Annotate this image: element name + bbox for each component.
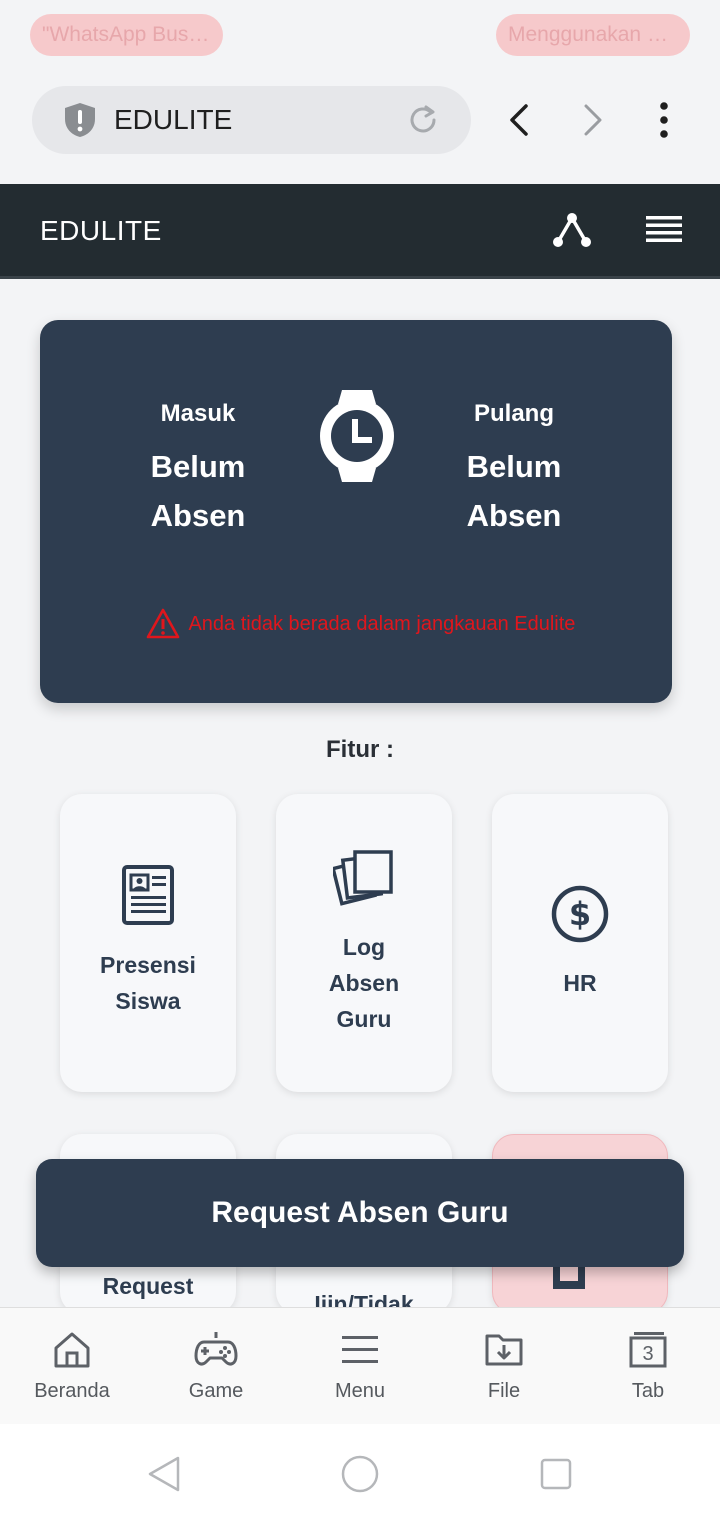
browser-bottom-bar: Beranda Game Menu File 3 Tab xyxy=(0,1307,720,1425)
folder-download-icon xyxy=(485,1334,523,1366)
tile-log-line2: Absen xyxy=(328,970,400,996)
tab-count: 3 xyxy=(642,1343,653,1365)
system-back-icon[interactable] xyxy=(144,1454,184,1494)
tile-log-absen-guru[interactable]: Log Absen Guru xyxy=(276,794,452,1092)
menu-icon xyxy=(342,1336,378,1363)
network-icon[interactable] xyxy=(552,212,592,248)
tile-hr-label: HR xyxy=(563,970,597,996)
gamepad-icon xyxy=(194,1332,238,1366)
more-vert-icon[interactable] xyxy=(644,100,684,140)
check-out-status-line1: Belum xyxy=(466,449,562,484)
home-icon xyxy=(54,1332,90,1368)
dollar-circle-icon: $ xyxy=(551,885,609,943)
tabs-icon: 3 xyxy=(629,1332,667,1368)
bottom-nav-tab[interactable]: 3 Tab xyxy=(593,1328,703,1403)
bottom-nav-beranda-label: Beranda xyxy=(34,1380,110,1402)
id-card-icon xyxy=(122,865,174,925)
address-bar[interactable]: EDULITE xyxy=(32,86,471,154)
bottom-nav-game-label: Game xyxy=(188,1380,244,1402)
check-out-status: Belum Absen xyxy=(424,442,604,540)
system-navigation-bar xyxy=(0,1424,720,1520)
check-in-status-line2: Absen xyxy=(150,498,246,533)
features-heading: Fitur : xyxy=(326,736,394,763)
reload-icon[interactable] xyxy=(406,103,440,137)
check-in-label: Masuk xyxy=(160,400,236,427)
bottom-nav-file-label: File xyxy=(487,1380,521,1402)
hamburger-icon[interactable] xyxy=(644,212,684,248)
watch-icon xyxy=(320,390,394,482)
tile-request-label: Request xyxy=(102,1273,194,1299)
url-text[interactable]: EDULITE xyxy=(114,104,232,136)
check-in-block: Masuk Belum Absen xyxy=(108,400,288,540)
check-in-status-line1: Belum xyxy=(150,449,246,484)
bottom-nav-menu[interactable]: Menu xyxy=(305,1328,415,1403)
check-out-block: Pulang Belum Absen xyxy=(424,400,604,540)
app-header: EDULITE xyxy=(0,184,720,279)
attendance-card: Masuk Belum Absen Pulang Belum Absen And… xyxy=(40,320,672,703)
check-in-status: Belum Absen xyxy=(108,442,288,540)
tile-log-line3: Guru xyxy=(336,1006,392,1032)
tile-presensi-siswa[interactable]: Presensi Siswa xyxy=(60,794,236,1092)
check-out-label: Pulang xyxy=(473,400,554,427)
bottom-nav-menu-label: Menu xyxy=(334,1380,386,1402)
bottom-nav-tab-label: Tab xyxy=(631,1380,665,1402)
tile-log-line1: Log xyxy=(342,934,386,960)
tile-presensi-line1: Presensi xyxy=(100,952,196,978)
back-arrow-icon[interactable] xyxy=(500,100,540,140)
system-recents-icon[interactable] xyxy=(536,1454,576,1494)
bottom-nav-file[interactable]: File xyxy=(449,1328,559,1403)
copy-stack-icon xyxy=(333,850,393,906)
tile-hr[interactable]: $ HR xyxy=(492,794,668,1092)
notification-usage[interactable]: Menggunakan mi... xyxy=(496,14,690,56)
tile-presensi-line2: Siswa xyxy=(115,988,181,1014)
system-home-icon[interactable] xyxy=(340,1454,380,1494)
tile-presensi-siswa-label: Presensi Siswa xyxy=(60,947,236,1019)
request-absen-guru-button[interactable]: Request Absen Guru xyxy=(36,1159,684,1267)
tile-log-absen-label: Log Absen Guru xyxy=(276,929,452,1037)
shield-icon[interactable] xyxy=(62,101,98,139)
svg-text:$: $ xyxy=(569,895,591,933)
notification-bar: "WhatsApp Busin... Menggunakan mi... xyxy=(0,0,720,70)
check-out-status-line2: Absen xyxy=(466,498,562,533)
bottom-nav-beranda[interactable]: Beranda xyxy=(17,1328,127,1403)
range-warning: Anda tidak berada dalam jangkauan Edulit… xyxy=(146,608,575,644)
notification-whatsapp[interactable]: "WhatsApp Busin... xyxy=(30,14,223,56)
warning-text: Anda tidak berada dalam jangkauan Edulit… xyxy=(188,612,576,635)
app-title[interactable]: EDULITE xyxy=(40,215,162,247)
warning-icon xyxy=(146,608,180,639)
forward-arrow-icon[interactable] xyxy=(572,100,612,140)
bottom-nav-game[interactable]: Game xyxy=(161,1328,271,1403)
